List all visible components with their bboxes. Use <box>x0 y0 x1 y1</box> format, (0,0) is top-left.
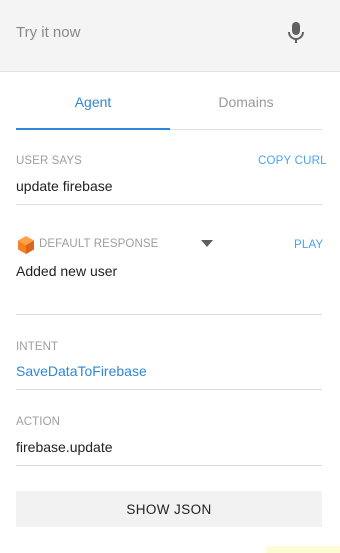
show-json-button[interactable]: SHOW JSON <box>16 491 322 527</box>
action-value: firebase.update <box>16 439 113 455</box>
user-says-label: USER SAYS <box>16 155 82 167</box>
play-button[interactable]: PLAY <box>294 239 323 251</box>
cube-icon <box>18 236 34 254</box>
try-it-bar <box>0 0 340 72</box>
divider <box>16 204 322 205</box>
intent-link[interactable]: SaveDataToFirebase <box>16 363 147 379</box>
default-response-label: DEFAULT RESPONSE <box>39 238 159 250</box>
response-value: Added new user <box>16 263 118 279</box>
tab-bar: Agent Domains <box>16 72 322 130</box>
tab-domains[interactable]: Domains <box>170 72 322 130</box>
tab-divider <box>170 129 322 130</box>
caret-down-icon[interactable] <box>201 240 213 248</box>
divider <box>16 465 322 466</box>
intent-label: INTENT <box>16 341 59 353</box>
action-label: ACTION <box>16 416 61 428</box>
try-it-input[interactable] <box>16 22 276 42</box>
tab-agent[interactable]: Agent <box>16 72 170 130</box>
microphone-icon[interactable] <box>286 21 306 45</box>
divider <box>16 389 322 390</box>
user-says-value: update firebase <box>16 178 113 194</box>
highlight-strip <box>266 546 340 553</box>
copy-curl-button[interactable]: COPY CURL <box>258 155 327 167</box>
divider <box>16 314 322 315</box>
active-tab-indicator <box>16 128 170 130</box>
